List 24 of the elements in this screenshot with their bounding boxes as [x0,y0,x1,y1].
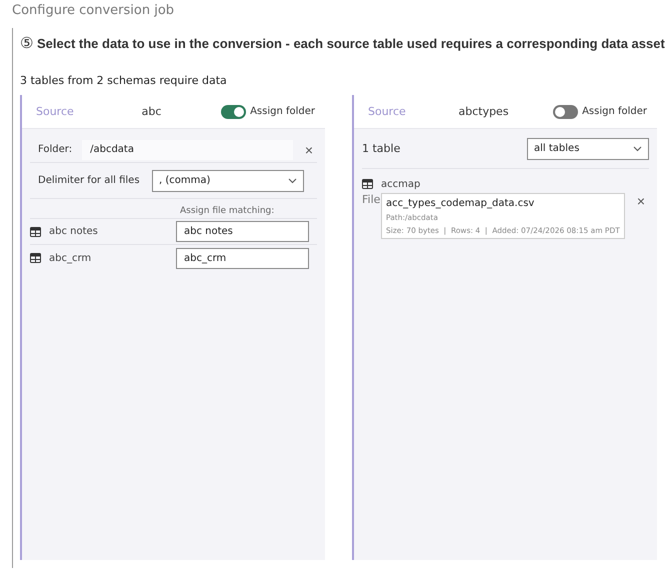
delimiter-label: Delimiter for all files [38,175,141,186]
toggle-label: Assign folder [582,106,647,117]
step-title: Select the data to use in the conversion - each source table used requires a corresponding data asset [37,36,665,50]
file-match-input[interactable]: abc_crm [176,248,309,268]
schema-name: abctypes [457,105,510,118]
table-name: abc_crm [49,252,92,264]
table-filter-dropdown[interactable]: all tables [527,138,649,160]
source-label: Source [36,105,75,118]
table-name: abc notes [49,226,99,237]
source-label: Source [368,105,407,118]
summary-text: 3 tables from 2 schemas require data [20,74,228,87]
page-title: Configure conversion job [12,3,176,18]
folder-field[interactable]: /abcdata [82,140,293,160]
delimiter-dropdown[interactable]: , (comma) [152,170,304,192]
table-name: accmap [381,178,422,190]
step-number: ⑤ [20,34,33,52]
file-match-input[interactable]: abc notes [176,221,309,242]
file-label: File [362,193,382,206]
column-heading: Assign file matching: [180,206,274,216]
schema-name: abc [140,105,162,118]
file-name: acc_types_codemap_data.csv [386,198,536,209]
toggle-label: Assign folder [250,106,315,117]
folder-label: Folder: [38,144,72,155]
table-count: 1 table [362,142,402,155]
